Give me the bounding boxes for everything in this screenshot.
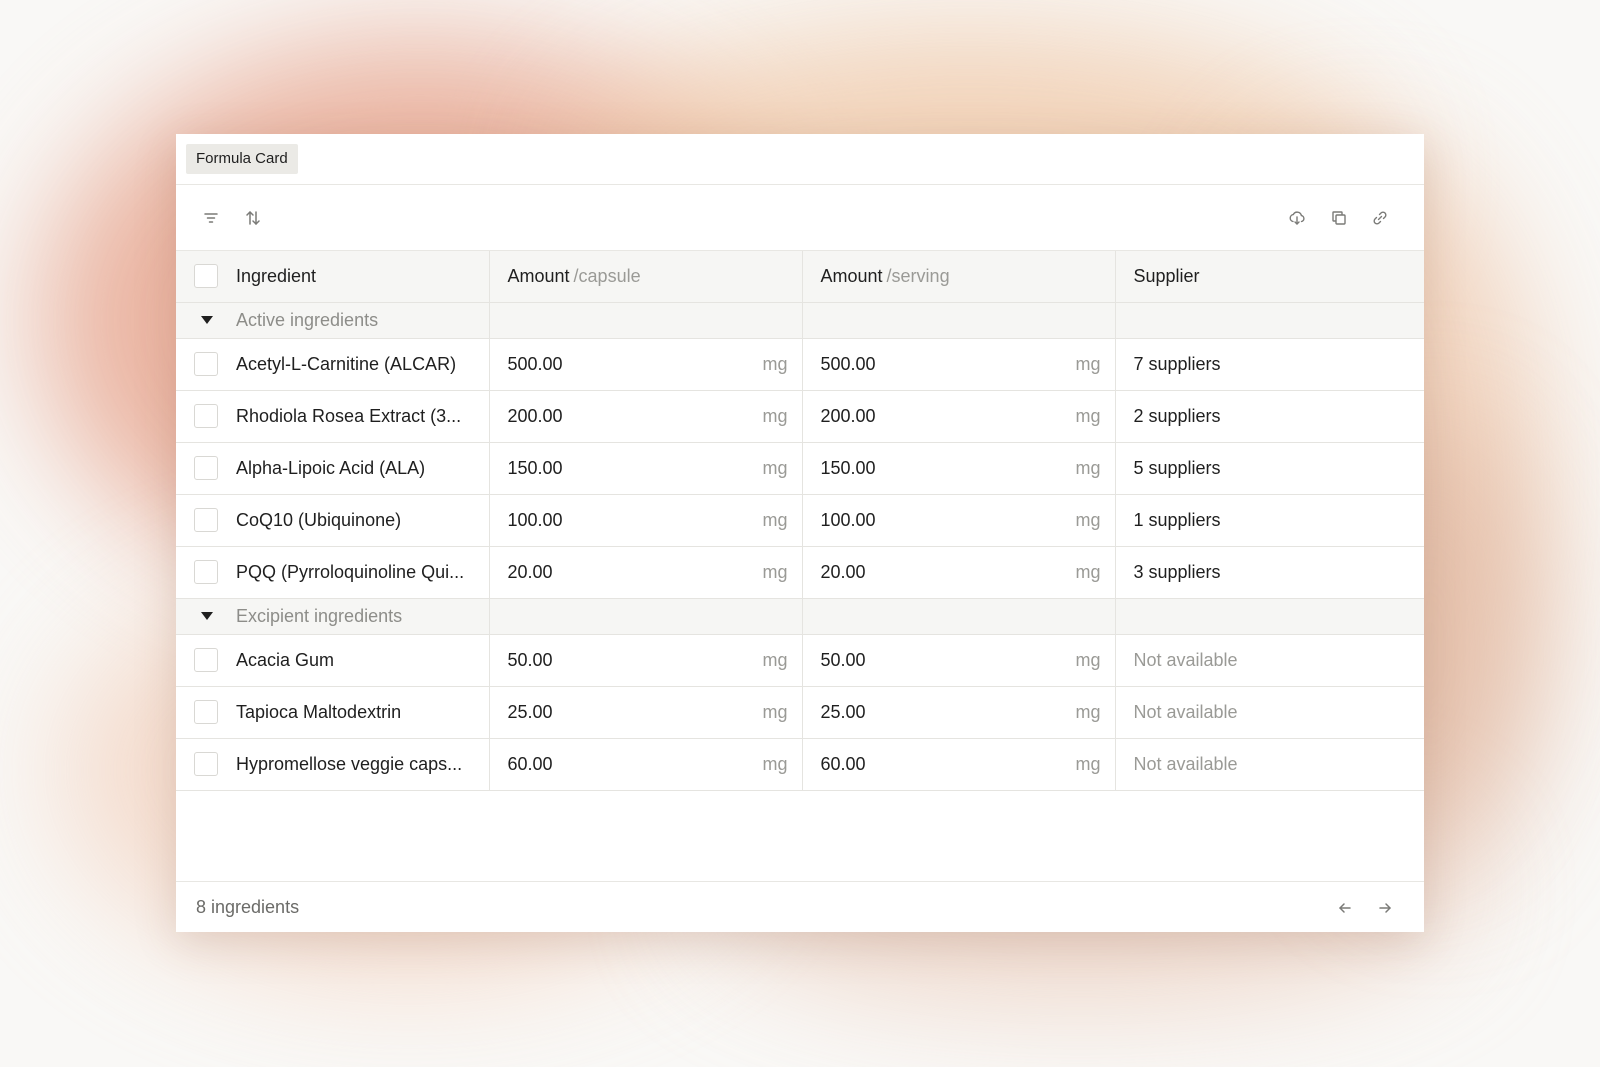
supplier-value: Not available xyxy=(1133,649,1238,670)
supplier-value[interactable]: 3 suppliers xyxy=(1134,562,1221,582)
amount-capsule-value: 20.00 xyxy=(507,561,553,582)
select-all-checkbox[interactable] xyxy=(194,264,218,289)
ingredient-name: Hypromellose veggie caps... xyxy=(236,753,463,774)
unit-label: mg xyxy=(1075,649,1101,670)
row-checkbox[interactable] xyxy=(194,352,218,376)
supplier-value[interactable]: 5 suppliers xyxy=(1134,458,1221,478)
unit-label: mg xyxy=(1075,353,1101,374)
unit-label: mg xyxy=(762,457,788,478)
supplier-value[interactable]: 2 suppliers xyxy=(1134,406,1221,426)
ingredient-name: PQQ (Pyrroloquinoline Qui... xyxy=(236,561,465,582)
collapse-caret-icon[interactable] xyxy=(194,315,220,325)
unit-label: mg xyxy=(1075,701,1101,722)
filter-icon[interactable] xyxy=(198,205,224,231)
toolbar xyxy=(176,185,1424,251)
table-row[interactable]: Hypromellose veggie caps... 60.00 mg 60.0… xyxy=(176,738,1424,791)
unit-label: mg xyxy=(1075,405,1101,426)
amount-capsule-value: 150.00 xyxy=(507,457,563,478)
amount-capsule-value: 25.00 xyxy=(507,701,553,722)
row-checkbox[interactable] xyxy=(194,560,218,584)
amount-serving-value: 100.00 xyxy=(820,509,876,530)
group-label: Excipient ingredients xyxy=(236,605,403,626)
table-row[interactable]: Acacia Gum 50.00 mg 50.00 mg Not available xyxy=(176,634,1424,687)
ingredient-name: Rhodiola Rosea Extract (3... xyxy=(236,405,462,426)
table-row[interactable]: Alpha-Lipoic Acid (ALA) 150.00 mg 150.00 m… xyxy=(176,442,1424,495)
table-header-row: Ingredient Amount/capsule Amount/serving… xyxy=(176,251,1424,303)
unit-label: mg xyxy=(762,561,788,582)
table-row[interactable]: Tapioca Maltodextrin 25.00 mg 25.00 mg Not… xyxy=(176,686,1424,739)
amount-serving-value: 25.00 xyxy=(820,701,866,722)
amount-capsule-header[interactable]: Amount/capsule xyxy=(489,251,803,303)
amount-capsule-value: 50.00 xyxy=(507,649,553,670)
supplier-value: Not available xyxy=(1133,753,1238,774)
table-row[interactable]: PQQ (Pyrroloquinoline Qui... 20.00 mg 20.… xyxy=(176,546,1424,599)
sort-icon[interactable] xyxy=(240,205,266,231)
unit-label: mg xyxy=(1075,561,1101,582)
table-row[interactable]: Acetyl-L-Carnitine (ALCAR) 500.00 mg 500.… xyxy=(176,338,1424,391)
cloud-download-icon[interactable] xyxy=(1284,205,1310,231)
unit-label: mg xyxy=(762,649,788,670)
unit-label: mg xyxy=(762,353,788,374)
amount-capsule-header-label: Amount xyxy=(507,265,570,286)
card-title-bar: Formula Card xyxy=(176,134,1424,185)
ingredient-count: 8 ingredients xyxy=(196,897,300,917)
ingredient-name: Acetyl-L-Carnitine (ALCAR) xyxy=(236,353,457,374)
unit-label: mg xyxy=(1075,753,1101,774)
amount-serving-value: 500.00 xyxy=(820,353,876,374)
supplier-value: Not available xyxy=(1133,701,1238,722)
supplier-header[interactable]: Supplier xyxy=(1115,251,1424,303)
group-row-excipient: Excipient ingredients xyxy=(176,598,1424,635)
ingredient-header[interactable]: Ingredient xyxy=(176,251,490,303)
ingredient-name: Alpha-Lipoic Acid (ALA) xyxy=(236,457,426,478)
supplier-value[interactable]: 7 suppliers xyxy=(1134,354,1221,374)
ingredient-name: CoQ10 (Ubiquinone) xyxy=(236,509,402,530)
row-checkbox[interactable] xyxy=(194,404,218,428)
amount-serving-header[interactable]: Amount/serving xyxy=(802,251,1116,303)
unit-label: mg xyxy=(762,701,788,722)
ingredient-name: Tapioca Maltodextrin xyxy=(236,701,402,722)
amount-serving-value: 50.00 xyxy=(820,649,866,670)
amount-capsule-value: 60.00 xyxy=(507,753,553,774)
amount-capsule-value: 500.00 xyxy=(507,353,563,374)
group-row-active: Active ingredients xyxy=(176,302,1424,339)
amount-serving-value: 60.00 xyxy=(820,753,866,774)
amount-serving-value: 200.00 xyxy=(820,405,876,426)
unit-label: mg xyxy=(762,753,788,774)
amount-serving-value: 150.00 xyxy=(820,457,876,478)
card-title: Formula Card xyxy=(186,144,298,174)
amount-serving-value: 20.00 xyxy=(820,561,866,582)
link-icon[interactable] xyxy=(1367,205,1393,231)
amount-capsule-value: 200.00 xyxy=(507,405,563,426)
card-footer: 8 ingredients xyxy=(176,881,1424,932)
copy-icon[interactable] xyxy=(1326,205,1352,231)
ingredient-name: Acacia Gum xyxy=(236,649,335,670)
unit-label: mg xyxy=(762,509,788,530)
supplier-header-label: Supplier xyxy=(1133,265,1200,286)
amount-serving-header-label: Amount xyxy=(820,265,883,286)
formula-card: Formula Card Ingredient Amount /capsule … xyxy=(176,134,1424,932)
table-row[interactable]: Rhodiola Rosea Extract (3... 200.00 mg 20… xyxy=(176,390,1424,443)
row-checkbox[interactable] xyxy=(194,752,218,776)
group-label: Active ingredients xyxy=(236,309,379,330)
row-checkbox[interactable] xyxy=(194,508,218,532)
row-checkbox[interactable] xyxy=(194,456,218,480)
row-checkbox[interactable] xyxy=(194,700,218,724)
amount-capsule-header-sub: /capsule xyxy=(573,265,641,286)
table-row[interactable]: CoQ10 (Ubiquinone) 100.00 mg 100.00 mg 1 s… xyxy=(176,494,1424,547)
unit-label: mg xyxy=(1075,457,1101,478)
collapse-caret-icon[interactable] xyxy=(194,611,220,621)
amount-serving-header-sub: /serving xyxy=(886,265,950,286)
ingredient-header-label: Ingredient xyxy=(236,265,317,286)
arrow-right-icon[interactable] xyxy=(1373,896,1397,920)
row-checkbox[interactable] xyxy=(194,648,218,672)
unit-label: mg xyxy=(762,405,788,426)
ingredients-table: Ingredient Amount/capsule Amount/serving… xyxy=(176,251,1424,791)
supplier-value[interactable]: 1 suppliers xyxy=(1134,510,1221,530)
unit-label: mg xyxy=(1075,509,1101,530)
amount-capsule-value: 100.00 xyxy=(507,509,563,530)
arrow-left-icon[interactable] xyxy=(1333,896,1357,920)
